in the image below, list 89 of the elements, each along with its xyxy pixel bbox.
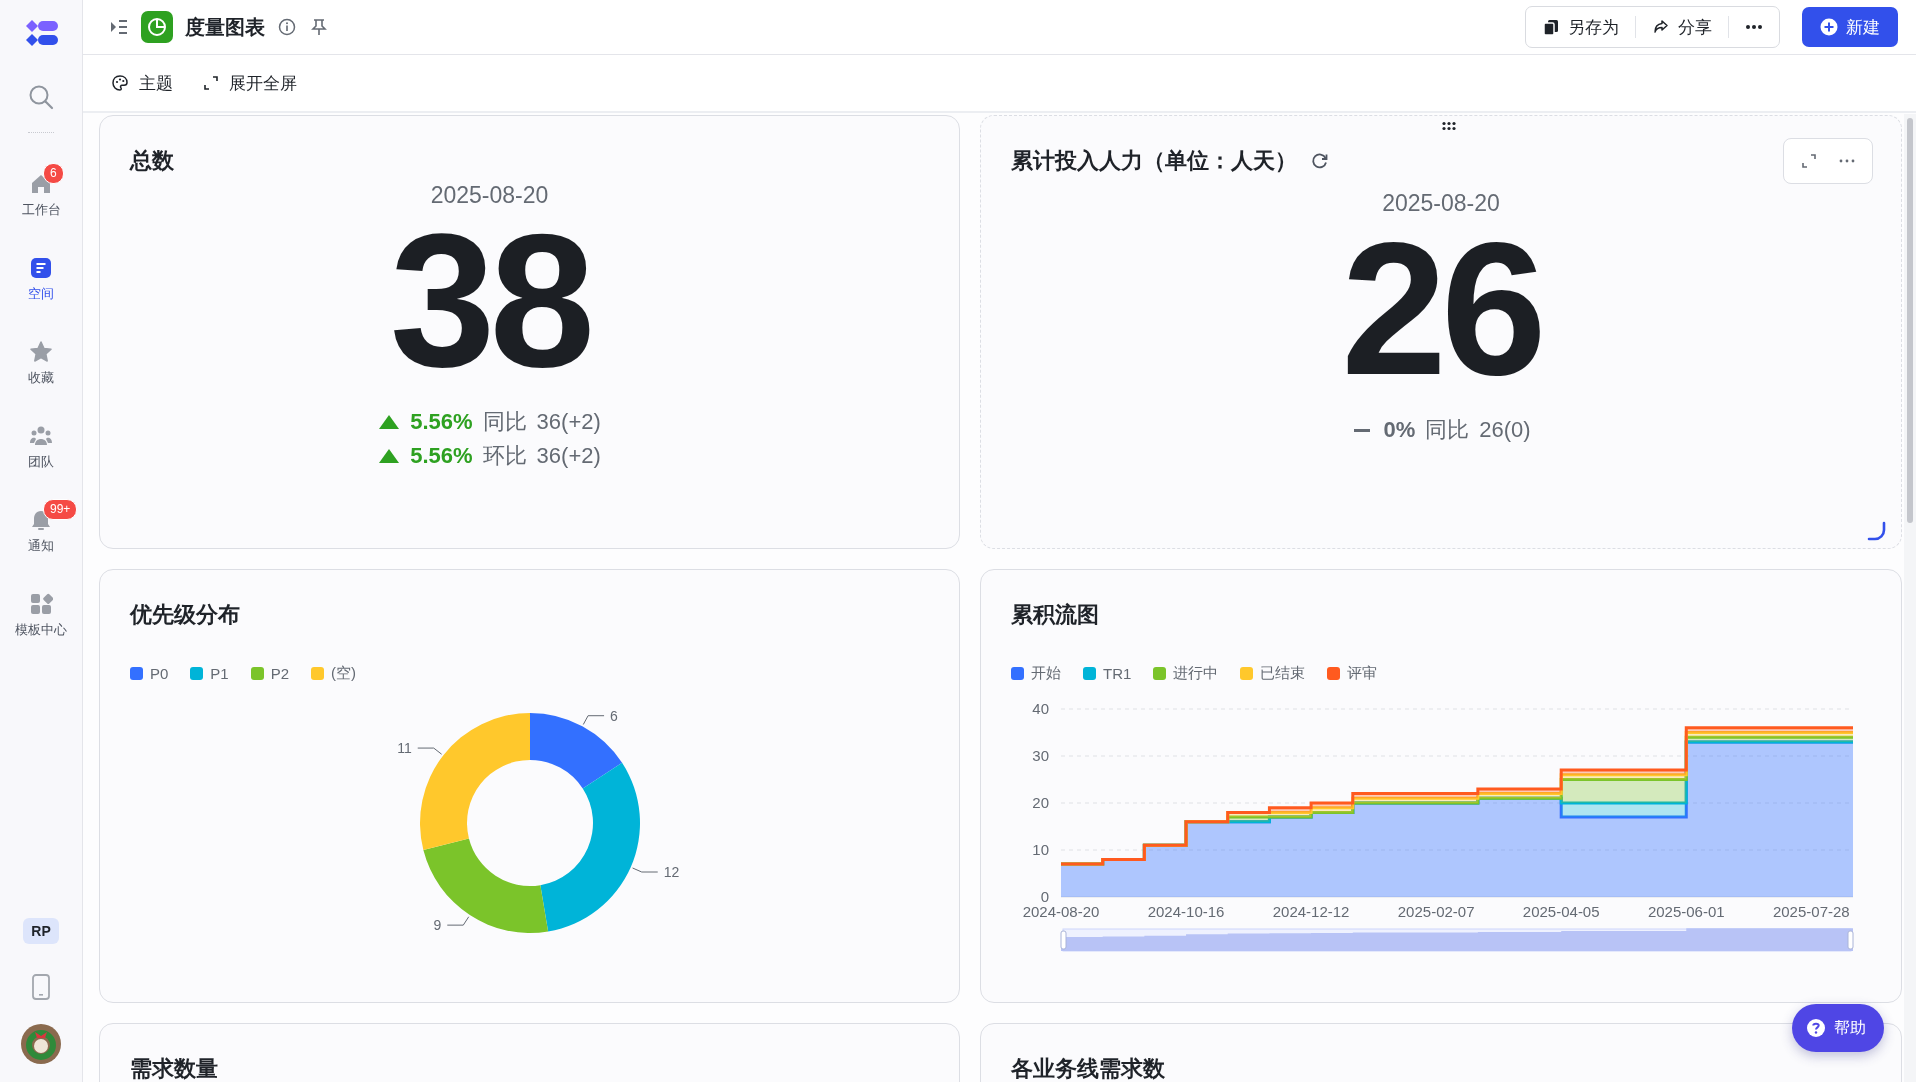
date-label: 2025-08-20 (430, 182, 549, 209)
sidebar-item[interactable]: 收藏 (3, 327, 79, 399)
metric-value: 26 (1341, 223, 1541, 393)
trend-percent: 0% (1383, 417, 1416, 443)
trend-label: 环比 (482, 442, 527, 470)
card-title: 总数 (130, 147, 174, 175)
chart-app-icon (141, 11, 173, 43)
help-button[interactable]: 帮助 (1792, 1004, 1884, 1052)
card-title: 累积流图 (1011, 601, 1099, 629)
save-as-button[interactable]: 另存为 (1526, 7, 1635, 47)
plus-icon (1820, 18, 1838, 36)
apps-icon (29, 591, 53, 616)
expand-icon (203, 75, 219, 91)
leader-line (446, 916, 469, 926)
sidebar-item[interactable]: 团队 (3, 411, 79, 483)
triangle-up-icon (378, 448, 401, 464)
axis-label: 2025-02-07 (1397, 903, 1475, 920)
trend-label: 同比 (482, 408, 527, 436)
data-label: 12 (663, 864, 679, 880)
axis-label: 2024-12-12 (1272, 903, 1350, 920)
trend-label: 同比 (1425, 416, 1470, 444)
sidebar-item[interactable]: 空间 (3, 243, 79, 315)
pin-icon[interactable] (309, 17, 329, 37)
axis-label: 10 (1032, 841, 1049, 858)
search-icon[interactable] (28, 84, 54, 110)
trend-percent: 5.56% (410, 409, 473, 435)
axis-label: 2024-08-20 (1022, 903, 1100, 920)
scrollbar[interactable] (1904, 114, 1916, 1082)
data-label: 11 (396, 740, 412, 757)
document-icon (29, 255, 53, 280)
trend-compare: 36(+2) (536, 443, 601, 469)
help-icon (1806, 1018, 1826, 1038)
palette-icon (111, 74, 129, 92)
avatar[interactable] (21, 1024, 61, 1064)
legend-label: 开始 (1031, 664, 1061, 683)
date-label: 2025-08-20 (1382, 190, 1500, 217)
sidebar-toggle-icon[interactable] (109, 17, 129, 37)
card-title: 需求数量 (130, 1055, 218, 1082)
card-title: 累计投入人力（单位：人天） (1011, 147, 1297, 175)
new-button[interactable]: 新建 (1802, 7, 1898, 47)
metric-value: 38 (389, 215, 590, 385)
notification-badge: 6 (43, 163, 64, 184)
sidebar-item[interactable]: 工作台 6 (3, 159, 79, 231)
sidebar-item[interactable]: 模板中心 (3, 579, 79, 651)
axis-label: 2024-10-16 (1147, 903, 1225, 920)
expand-icon (1800, 152, 1818, 170)
share-icon (1652, 18, 1670, 36)
range-slider[interactable] (1060, 928, 1854, 952)
axis-label: 2025-06-01 (1647, 903, 1725, 920)
axis-label: 2025-07-28 (1772, 903, 1850, 920)
copy-icon (1542, 18, 1560, 36)
user-initials[interactable]: RP (23, 918, 59, 944)
share-button[interactable]: 分享 (1636, 7, 1728, 47)
triangle-up-icon (378, 414, 401, 430)
data-label: 9 (433, 917, 441, 934)
more-icon (1745, 24, 1763, 30)
axis-label: 40 (1032, 700, 1049, 717)
trend-compare: 36(+2) (536, 409, 601, 435)
sidebar-item[interactable]: 通知 99+ (3, 495, 79, 567)
legend-label: 评审 (1347, 664, 1378, 683)
info-icon[interactable] (277, 17, 297, 37)
axis-label: 20 (1032, 794, 1049, 811)
star-icon (29, 339, 53, 364)
theme-button[interactable]: 主题 (111, 71, 173, 95)
legend-label: P1 (210, 665, 229, 682)
refresh-icon[interactable] (1311, 152, 1329, 170)
more-icon (1838, 158, 1856, 164)
trend-percent: 5.56% (410, 443, 473, 469)
leader-line (631, 867, 658, 873)
legend-label: P0 (150, 665, 169, 682)
legend-label: 已结束 (1260, 664, 1306, 683)
fullscreen-button[interactable]: 展开全屏 (203, 71, 297, 95)
leader-line (416, 747, 442, 755)
card-title: 各业务线需求数 (1011, 1055, 1165, 1082)
axis-label: 30 (1032, 747, 1049, 764)
legend-label: (空) (331, 664, 357, 683)
axis-label: 0 (1040, 888, 1049, 905)
legend-label: P2 (270, 665, 290, 682)
legend-label: 进行中 (1173, 664, 1219, 683)
dash-icon (1354, 428, 1371, 432)
card-title: 优先级分布 (130, 601, 240, 629)
leader-line (582, 715, 605, 725)
drag-handle-icon[interactable] (1441, 121, 1457, 131)
axis-label: 2025-04-05 (1522, 903, 1600, 920)
legend-label: TR1 (1103, 665, 1132, 682)
trend-compare: 26(0) (1479, 417, 1531, 443)
data-label: 6 (609, 707, 618, 724)
notification-badge: 99+ (43, 499, 78, 520)
page-title: 度量图表 (185, 14, 265, 40)
